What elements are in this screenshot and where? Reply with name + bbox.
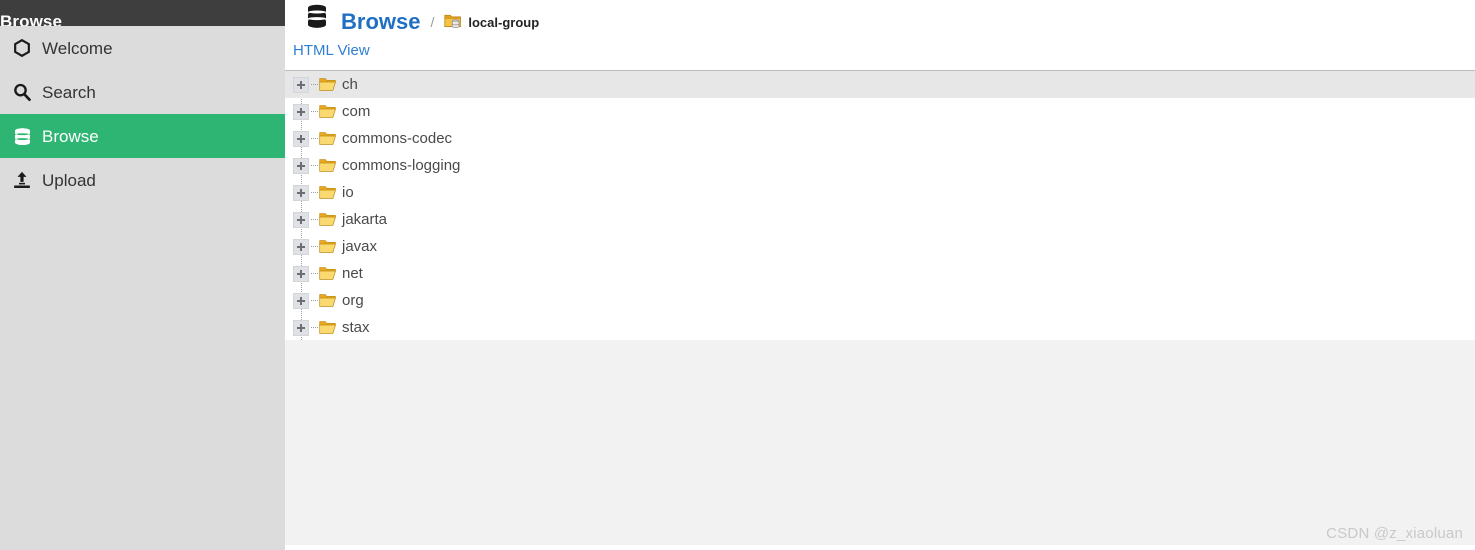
breadcrumb-separator: / bbox=[430, 14, 435, 30]
sidebar-nav: Welcome Search Browse Upload bbox=[0, 26, 285, 202]
main-content: Browse / local-group HTML View ch com co… bbox=[285, 0, 1475, 550]
watermark: CSDN @z_xiaoluan bbox=[1326, 525, 1463, 542]
content-empty-area bbox=[285, 340, 1475, 545]
search-icon bbox=[12, 81, 38, 103]
tree-item-label: io bbox=[342, 184, 354, 201]
expand-plus-icon[interactable] bbox=[293, 103, 309, 120]
tree-item-label: commons-codec bbox=[342, 130, 453, 147]
expand-plus-icon[interactable] bbox=[293, 211, 309, 228]
table-row[interactable]: jakarta bbox=[285, 206, 1475, 233]
tree-item-label: jakarta bbox=[342, 211, 388, 228]
tree-item-label: ch bbox=[342, 76, 358, 93]
folder-open-icon bbox=[319, 158, 337, 173]
tree-item-label: com bbox=[342, 103, 371, 120]
expand-plus-icon[interactable] bbox=[293, 292, 309, 309]
page-header: Browse / local-group bbox=[285, 0, 1475, 30]
folder-open-icon bbox=[319, 131, 337, 146]
html-view-link[interactable]: HTML View bbox=[293, 42, 370, 59]
tree-item-label: net bbox=[342, 265, 363, 282]
view-toolbar: HTML View bbox=[285, 30, 1475, 70]
tree-elbow bbox=[311, 218, 318, 221]
expand-plus-icon[interactable] bbox=[293, 184, 309, 201]
table-row[interactable]: com bbox=[285, 98, 1475, 125]
table-row[interactable]: javax bbox=[285, 233, 1475, 260]
expand-plus-icon[interactable] bbox=[293, 76, 309, 93]
folder-open-icon bbox=[319, 320, 337, 335]
sidebar: Browse Welcome Search Browse Upload bbox=[0, 0, 285, 550]
sidebar-item-label: Browse bbox=[42, 126, 99, 146]
folder-open-icon bbox=[319, 293, 337, 308]
database-icon bbox=[12, 125, 38, 147]
table-row[interactable]: io bbox=[285, 179, 1475, 206]
sidebar-item-welcome[interactable]: Welcome bbox=[0, 26, 285, 70]
table-row[interactable]: ch bbox=[285, 71, 1475, 98]
tree-elbow bbox=[311, 299, 318, 302]
tree-elbow bbox=[311, 110, 318, 113]
folder-open-icon bbox=[319, 104, 337, 119]
folder-open-icon bbox=[319, 77, 337, 92]
tree-elbow bbox=[311, 83, 318, 86]
folder-open-icon bbox=[319, 212, 337, 227]
breadcrumb-label: local-group bbox=[468, 15, 540, 30]
tree-elbow bbox=[311, 164, 318, 167]
table-row[interactable]: commons-codec bbox=[285, 125, 1475, 152]
table-row[interactable]: net bbox=[285, 260, 1475, 287]
repository-tree: ch com commons-codec commons-logging io … bbox=[285, 70, 1475, 340]
sidebar-item-label: Search bbox=[42, 82, 96, 102]
expand-plus-icon[interactable] bbox=[293, 130, 309, 147]
database-icon bbox=[305, 4, 329, 30]
folder-open-icon bbox=[319, 239, 337, 254]
sidebar-header-title: Browse bbox=[0, 12, 63, 26]
sidebar-item-search[interactable]: Search bbox=[0, 70, 285, 114]
expand-plus-icon[interactable] bbox=[293, 265, 309, 282]
sidebar-item-label: Upload bbox=[42, 170, 96, 190]
tree-item-label: commons-logging bbox=[342, 157, 461, 174]
folder-open-icon bbox=[319, 266, 337, 281]
expand-plus-icon[interactable] bbox=[293, 157, 309, 174]
tree-item-label: stax bbox=[342, 319, 370, 336]
hexagon-icon bbox=[12, 37, 38, 59]
sidebar-item-browse[interactable]: Browse bbox=[0, 114, 285, 158]
tree-elbow bbox=[311, 326, 318, 329]
table-row[interactable]: stax bbox=[285, 314, 1475, 340]
tree-elbow bbox=[311, 137, 318, 140]
tree-item-label: javax bbox=[342, 238, 378, 255]
page-title: Browse bbox=[341, 9, 421, 31]
sidebar-header: Browse bbox=[0, 0, 285, 26]
tree-elbow bbox=[311, 245, 318, 248]
expand-plus-icon[interactable] bbox=[293, 238, 309, 255]
expand-plus-icon[interactable] bbox=[293, 319, 309, 336]
tree-item-label: org bbox=[342, 292, 364, 309]
table-row[interactable]: commons-logging bbox=[285, 152, 1475, 179]
app-root: Browse Welcome Search Browse Upload Brow… bbox=[0, 0, 1475, 550]
sidebar-item-label: Welcome bbox=[42, 38, 113, 58]
tree-elbow bbox=[311, 191, 318, 194]
sidebar-item-upload[interactable]: Upload bbox=[0, 158, 285, 202]
repository-folder-icon bbox=[444, 13, 462, 30]
breadcrumb[interactable]: local-group bbox=[444, 12, 540, 30]
tree-elbow bbox=[311, 272, 318, 275]
folder-open-icon bbox=[319, 185, 337, 200]
upload-icon bbox=[12, 169, 38, 191]
table-row[interactable]: org bbox=[285, 287, 1475, 314]
